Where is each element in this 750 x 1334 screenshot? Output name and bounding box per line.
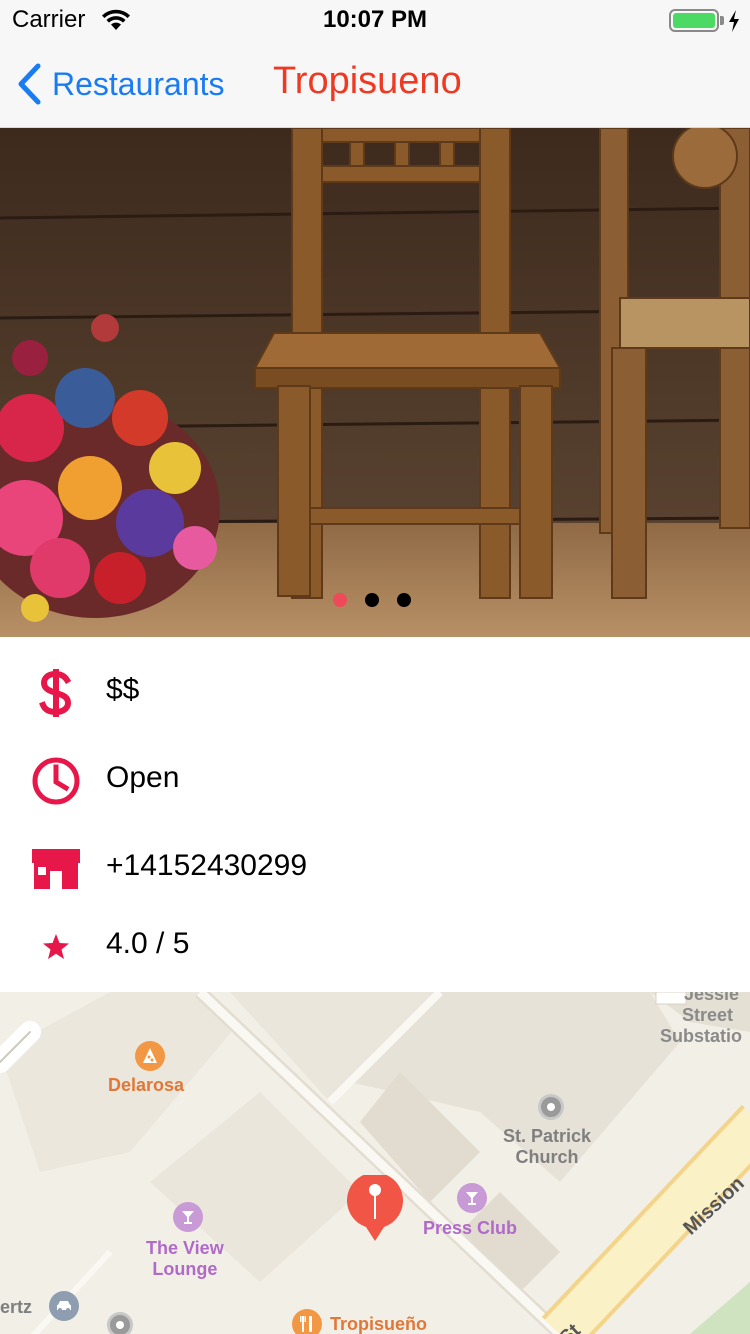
restaurant-photo-gallery[interactable] — [0, 128, 750, 637]
page-dot-2[interactable] — [365, 593, 379, 607]
map-label-press-club[interactable]: Press Club — [423, 1218, 517, 1239]
navigation-bar: Restaurants Tropisueno — [0, 40, 750, 128]
jessie-line-2: Street — [682, 1005, 734, 1025]
status-time: 10:07 PM — [322, 6, 428, 33]
rating-row: 4.0 / 5 — [0, 907, 750, 987]
st-patrick-line-1: St. Patrick — [503, 1126, 592, 1146]
jessie-line-1: Jessie — [684, 992, 740, 1004]
battery-tip — [720, 16, 724, 25]
restaurant-info: $$ Open +14152430299 4.0 / 5 — [0, 637, 750, 992]
price-row: $$ — [0, 653, 750, 733]
map-background — [0, 992, 750, 1334]
status-bar: Carrier 10:07 PM — [0, 0, 750, 40]
hours-status: Open — [106, 761, 180, 794]
back-button[interactable]: Restaurants — [16, 62, 225, 106]
clock-icon — [30, 751, 82, 811]
page-control[interactable] — [333, 593, 411, 607]
cocktail-icon[interactable] — [173, 1202, 203, 1232]
jessie-line-3: Substatio — [660, 1026, 743, 1046]
view-lounge-line-1: The View — [146, 1238, 224, 1258]
map-label-jessie-street-substation[interactable]: Jessie Street Substatio — [660, 992, 742, 1047]
charging-bolt-icon — [729, 10, 739, 32]
storefront-icon — [30, 839, 82, 899]
chevron-left-icon — [18, 63, 41, 105]
cocktail-icon[interactable] — [457, 1183, 487, 1213]
restaurant-photo — [0, 128, 750, 637]
st-patrick-line-2: Church — [515, 1147, 579, 1167]
dollar-icon — [30, 663, 82, 723]
phone-number: +14152430299 — [106, 849, 308, 882]
restaurant-icon[interactable] — [292, 1309, 322, 1334]
rating-value: 4.0 / 5 — [106, 927, 190, 960]
map-label-view-lounge[interactable]: The View Lounge — [146, 1238, 224, 1280]
star-icon — [30, 917, 82, 977]
page-title: Tropisueno — [273, 60, 462, 102]
view-lounge-line-2: Lounge — [152, 1259, 218, 1279]
landmark-icon[interactable] — [538, 1094, 564, 1120]
hours-row: Open — [0, 741, 750, 821]
car-rental-icon[interactable] — [49, 1291, 79, 1321]
landmark-icon[interactable] — [107, 1312, 133, 1334]
map-label-hertz[interactable]: ertz — [0, 1297, 32, 1318]
map-label-st-patrick-church[interactable]: St. Patrick Church — [503, 1126, 591, 1168]
map-label-tropisueno[interactable]: Tropisueño — [330, 1314, 427, 1334]
phone-row[interactable]: +14152430299 — [0, 829, 750, 909]
map-label-delarosa[interactable]: Delarosa — [108, 1075, 184, 1096]
price-value: $$ — [106, 673, 140, 706]
back-button-label: Restaurants — [52, 65, 225, 102]
map-pin-icon[interactable] — [346, 1175, 404, 1243]
pizza-icon[interactable] — [135, 1041, 165, 1071]
page-dot-3[interactable] — [397, 593, 411, 607]
page-dot-1[interactable] — [333, 593, 347, 607]
location-map[interactable]: Delarosa St. Patrick Church Press Club T… — [0, 992, 750, 1334]
battery-icon — [669, 9, 719, 32]
